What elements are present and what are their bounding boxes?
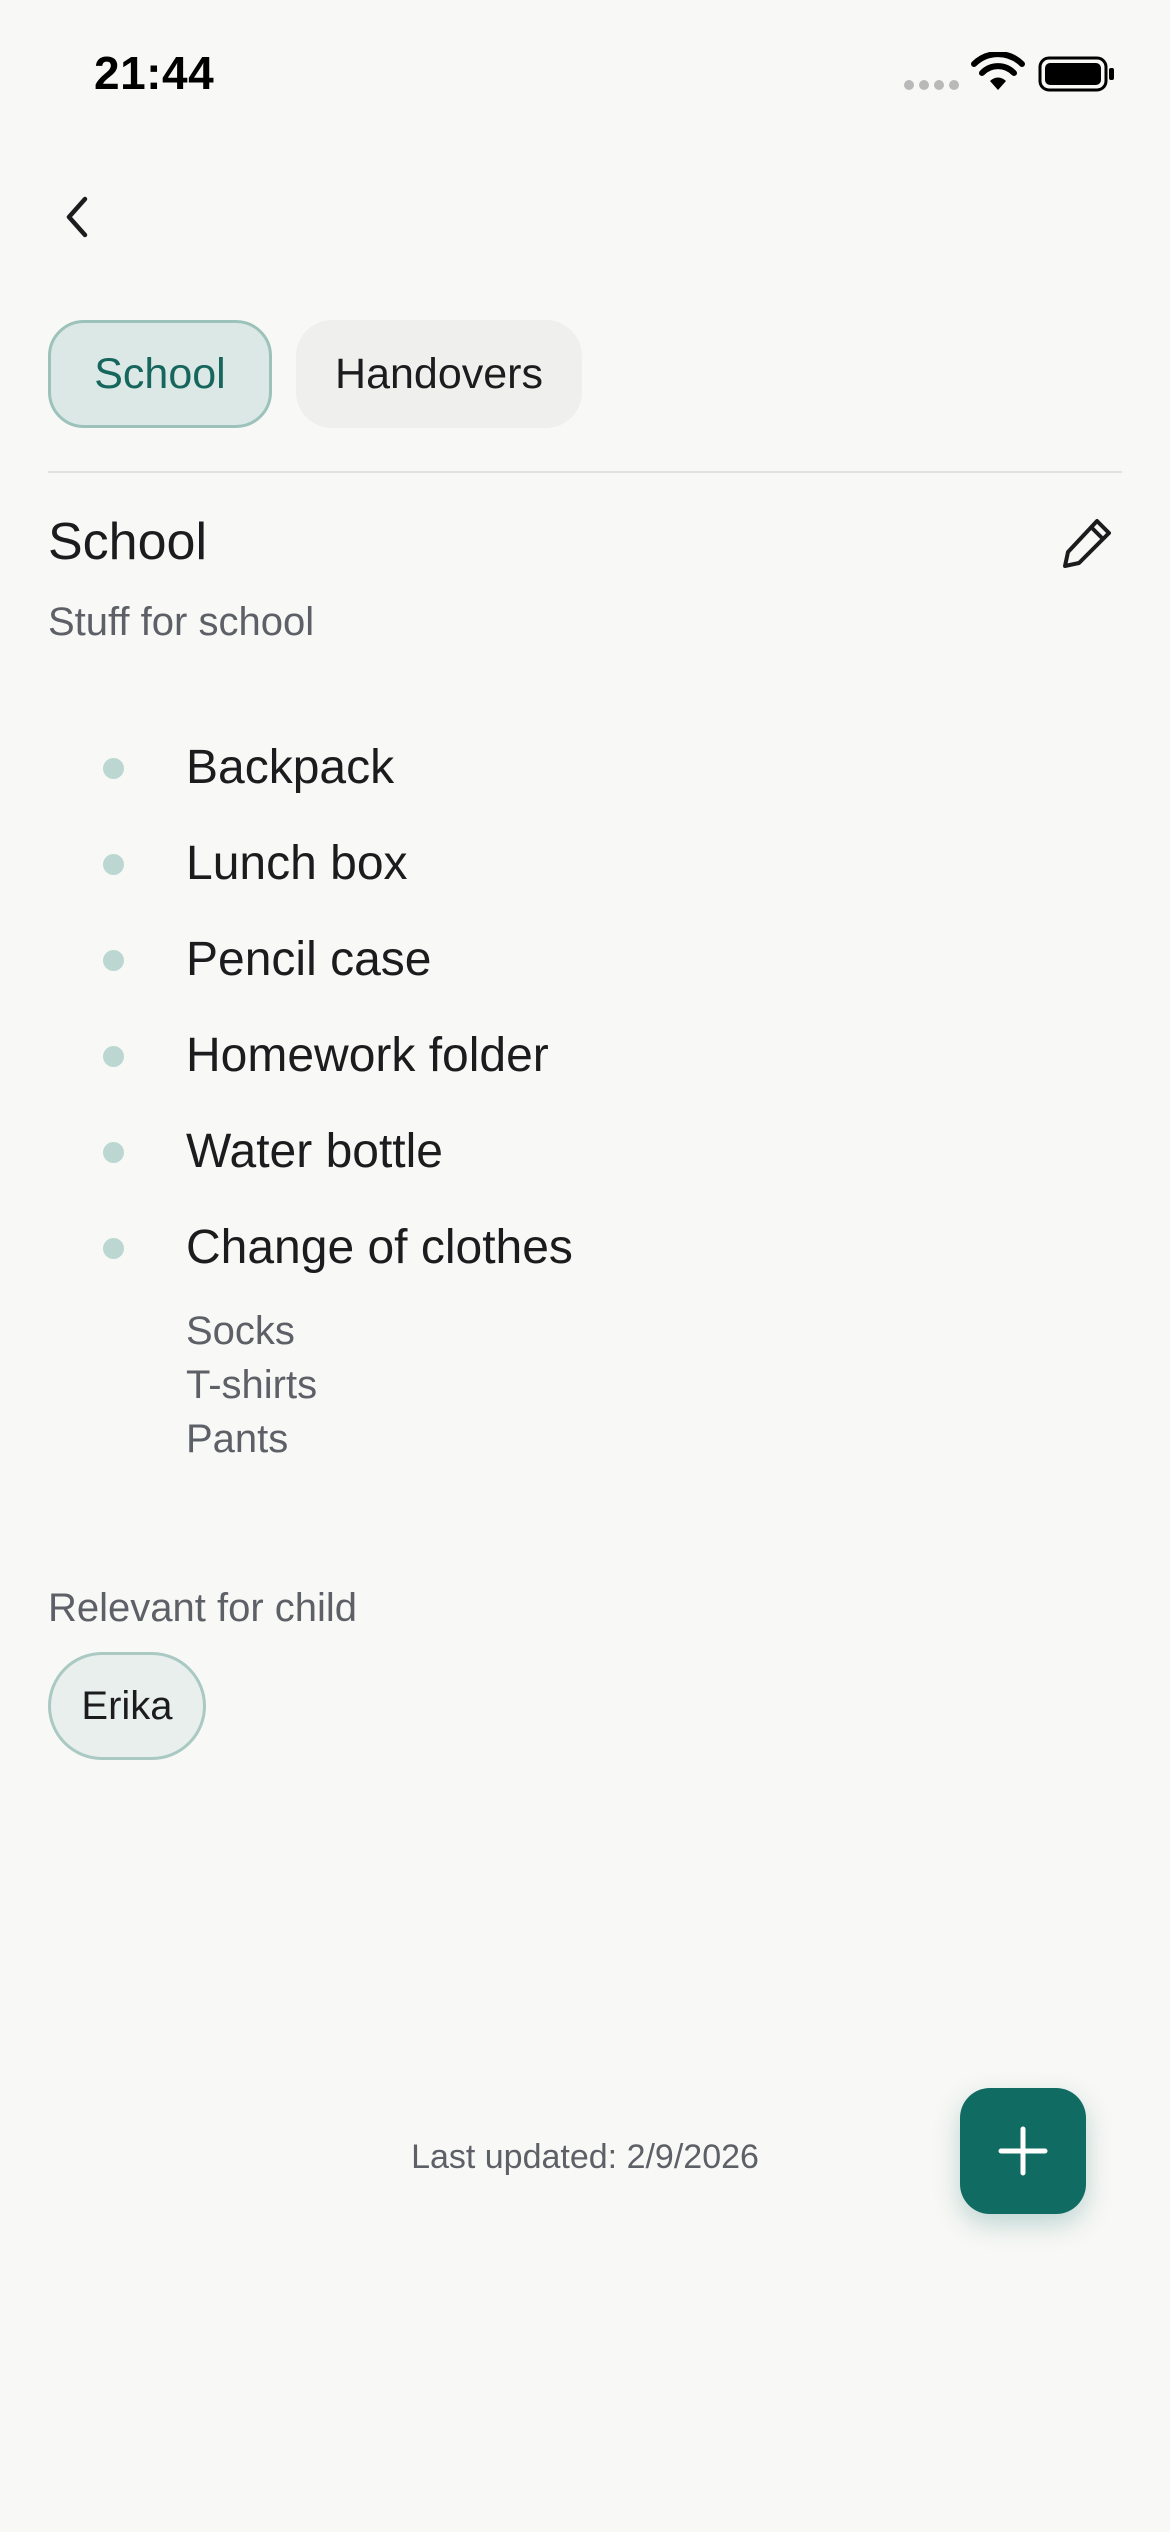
child-chip[interactable]: Erika (48, 1652, 206, 1760)
bullet-icon (103, 758, 124, 779)
relevant-label: Relevant for child (48, 1586, 358, 1630)
list-item: Homework folder (0, 1018, 1170, 1114)
battery-icon (1038, 56, 1114, 92)
item-label: Backpack (186, 741, 395, 794)
tab-label: Handovers (335, 349, 543, 398)
wifi-icon (971, 52, 1025, 90)
cellular-signal-icon (904, 80, 959, 90)
item-label: Pencil case (186, 933, 432, 986)
list-item: Water bottle (0, 1114, 1170, 1210)
item-label: Water bottle (186, 1125, 443, 1178)
subitem: T-shirts (186, 1363, 318, 1407)
subitem: Socks (186, 1309, 295, 1353)
add-button[interactable] (960, 2088, 1086, 2214)
subitem-list: Socks T-shirts Pants (186, 1304, 317, 1466)
item-label: Lunch box (186, 837, 408, 890)
edit-button[interactable] (1052, 508, 1122, 578)
child-chip-label: Erika (81, 1683, 173, 1728)
item-list: Backpack Lunch box Pencil case Homework … (0, 730, 1170, 1461)
tab-bar: School Handovers (48, 320, 582, 428)
list-item: Lunch box (0, 826, 1170, 922)
bullet-icon (103, 1142, 124, 1163)
bullet-icon (103, 1238, 124, 1259)
bullet-icon (103, 950, 124, 971)
status-time: 21:44 (94, 47, 215, 99)
screen: 21:44 School Handovers School Stuff for … (0, 0, 1170, 2532)
status-bar: 21:44 (0, 0, 1170, 140)
list-item: Backpack (0, 730, 1170, 826)
tab-label: School (94, 349, 226, 398)
pencil-icon (1063, 519, 1111, 568)
bullet-icon (103, 1046, 124, 1067)
list-item: Change of clothes Socks T-shirts Pants (0, 1210, 1170, 1461)
divider (48, 471, 1122, 473)
tab-school[interactable]: School (48, 320, 272, 428)
chevron-left-icon (66, 196, 88, 238)
tab-handovers[interactable]: Handovers (296, 320, 582, 428)
subitem: Pants (186, 1417, 289, 1461)
back-button[interactable] (44, 182, 114, 252)
item-label: Homework folder (186, 1029, 549, 1082)
item-label: Change of clothes (186, 1221, 573, 1274)
list-item: Pencil case (0, 922, 1170, 1018)
plus-icon (998, 2126, 1048, 2176)
list-title: School (48, 513, 207, 571)
bullet-icon (103, 854, 124, 875)
list-description: Stuff for school (48, 600, 315, 644)
